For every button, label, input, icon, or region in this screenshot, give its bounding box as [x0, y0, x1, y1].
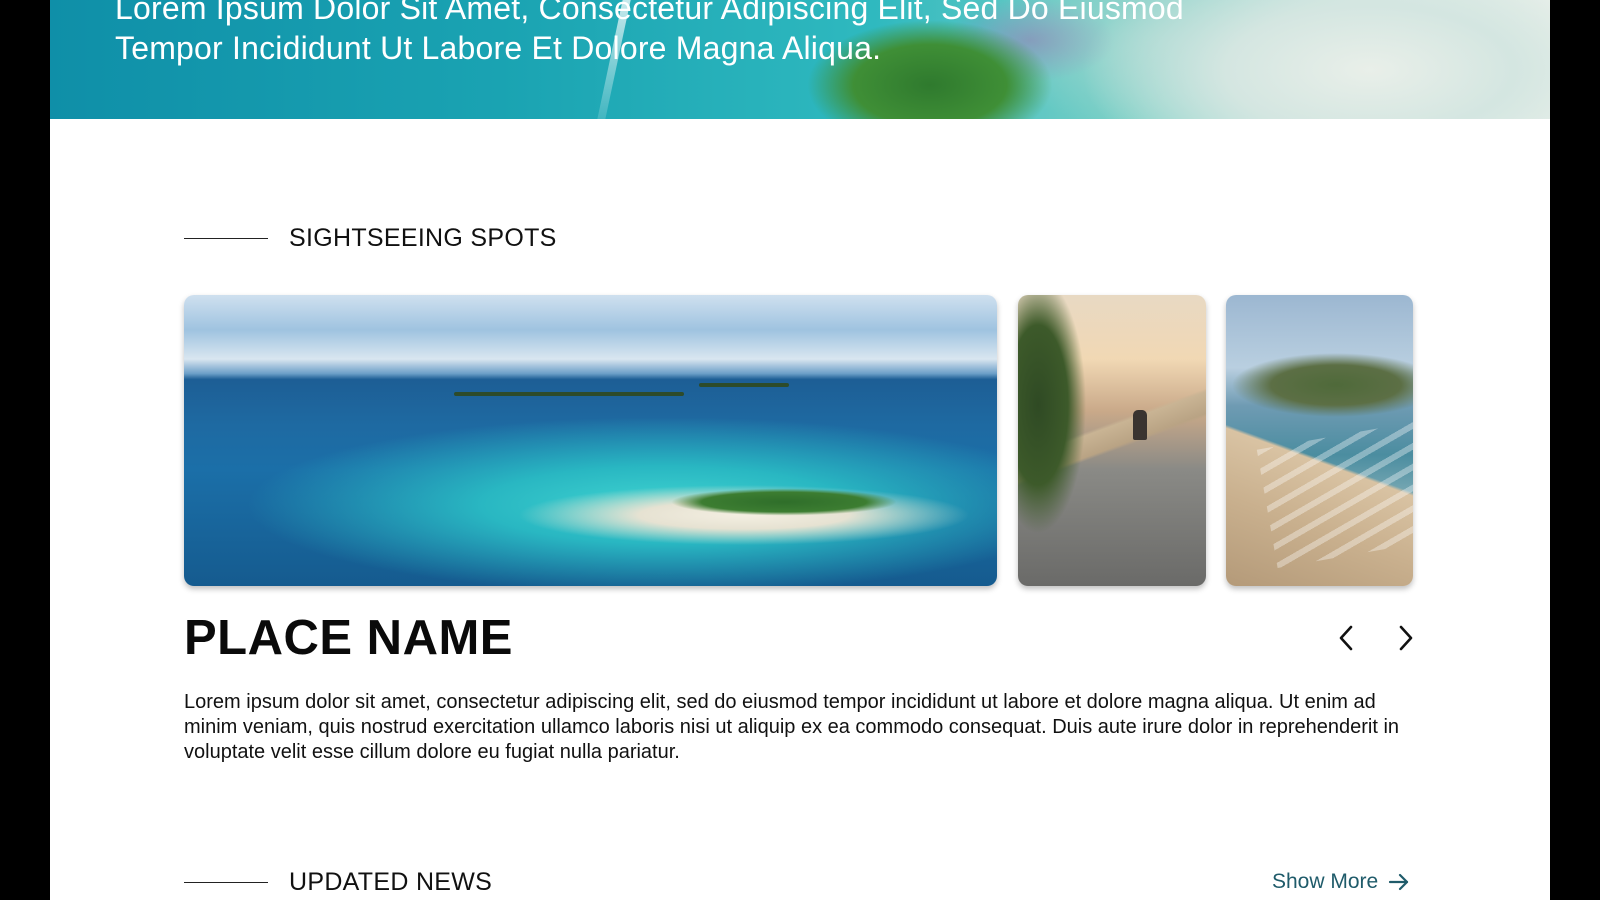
news-section-header: UPDATED NEWS: [184, 868, 492, 897]
section-divider-line: [184, 882, 268, 883]
arrow-right-icon: [1389, 873, 1409, 891]
distant-island: [699, 383, 789, 387]
coastal-seawall-card[interactable]: [1018, 295, 1206, 586]
sea-stack-rock: [1133, 410, 1147, 440]
next-slide-button[interactable]: [1392, 622, 1420, 654]
sightseeing-section-header: SIGHTSEEING SPOTS: [184, 224, 557, 253]
news-heading: UPDATED NEWS: [289, 868, 493, 896]
show-more-link[interactable]: Show More: [1272, 870, 1410, 894]
show-more-label: Show More: [1272, 870, 1379, 893]
previous-slide-button[interactable]: [1332, 622, 1360, 654]
chevron-left-icon: [1339, 625, 1353, 651]
place-name-title: PLACE NAME: [184, 611, 513, 665]
wave-foam: [1256, 422, 1413, 568]
hero-banner: Lorem Ipsum Dolor Sit Amet, Consectetur …: [50, 0, 1550, 119]
page: Lorem Ipsum Dolor Sit Amet, Consectetur …: [50, 0, 1550, 900]
atoll-island-card[interactable]: [184, 295, 997, 586]
chevron-right-icon: [1399, 625, 1413, 651]
section-divider-line: [184, 238, 268, 239]
beach-waves-card[interactable]: [1226, 295, 1413, 586]
hero-tagline: Lorem Ipsum Dolor Sit Amet, Consectetur …: [115, 0, 1184, 66]
sightseeing-heading: SIGHTSEEING SPOTS: [289, 224, 557, 252]
place-description: Lorem ipsum dolor sit amet, consectetur …: [184, 691, 1400, 763]
distant-island: [454, 392, 684, 396]
